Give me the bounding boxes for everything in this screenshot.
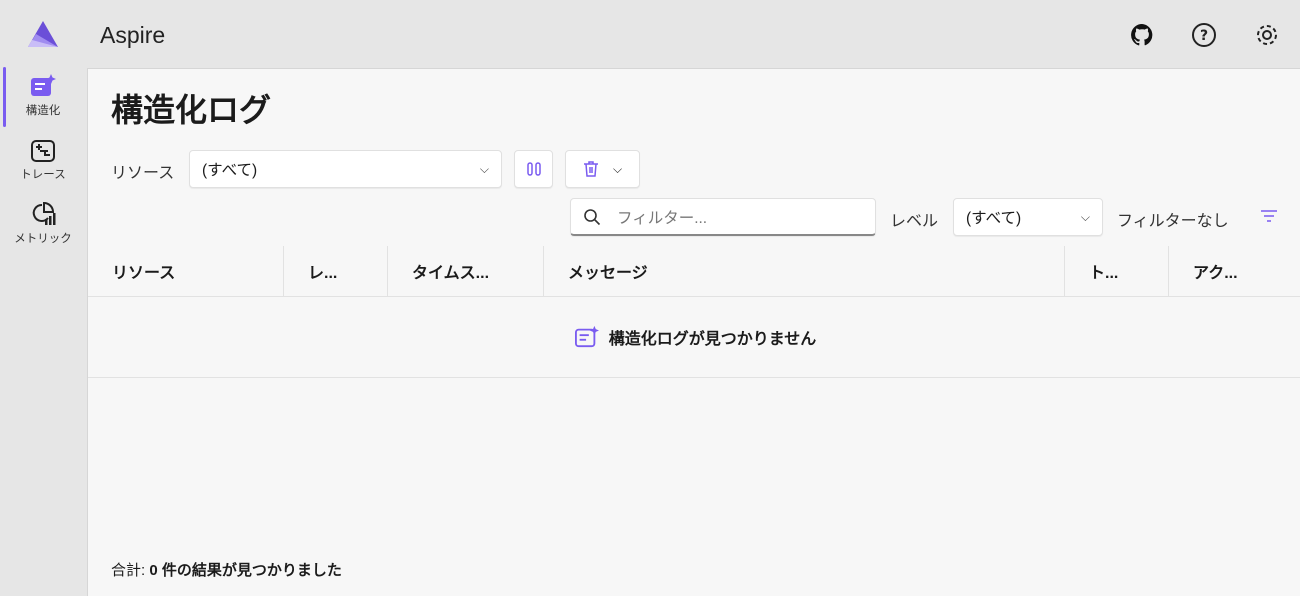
- sidebar-item-label: トレース: [20, 169, 66, 181]
- pause-icon: [526, 162, 541, 176]
- app-title: Aspire: [100, 22, 166, 48]
- results-summary: 合計: 0 件の結果が見つかりました: [111, 559, 342, 580]
- chevron-down-icon: ⌵: [479, 161, 489, 176]
- help-icon[interactable]: ?: [1191, 22, 1217, 48]
- sidebar-item-label: 構造化: [25, 105, 61, 117]
- column-header-message[interactable]: メッセージ: [544, 246, 1065, 296]
- filter-placeholder: フィルター...: [617, 209, 708, 227]
- column-header-actions[interactable]: アク...: [1169, 246, 1289, 296]
- column-header-resource[interactable]: リソース: [88, 246, 284, 296]
- metrics-icon: [32, 201, 56, 225]
- column-header-timestamp[interactable]: タイムス...: [388, 246, 544, 296]
- resource-select-value: (すべて): [202, 162, 258, 179]
- pause-button[interactable]: [514, 150, 553, 188]
- total-label: 合計:: [111, 562, 146, 579]
- chevron-down-icon: ⌵: [612, 161, 623, 176]
- resource-label: リソース: [111, 165, 175, 182]
- settings-icon[interactable]: [1254, 22, 1280, 48]
- svg-text:?: ?: [1200, 28, 1208, 44]
- search-icon: [584, 208, 601, 225]
- sidebar-item-structured[interactable]: 構造化: [0, 73, 86, 118]
- empty-message: 構造化ログが見つかりません: [608, 331, 817, 348]
- level-select-value: (すべて): [966, 210, 1022, 227]
- filter-input[interactable]: フィルター...: [570, 198, 876, 236]
- trash-icon: [583, 161, 598, 177]
- delete-menu-button[interactable]: ⌵: [565, 150, 640, 188]
- structured-logs-icon: [31, 74, 56, 96]
- resource-select[interactable]: (すべて) ⌵: [189, 150, 502, 188]
- empty-state: 構造化ログが見つかりません: [88, 296, 1300, 378]
- column-header-trace[interactable]: ト...: [1065, 246, 1169, 296]
- aspire-logo-icon[interactable]: [27, 20, 59, 53]
- level-select[interactable]: (すべて) ⌵: [953, 198, 1103, 236]
- sidebar-item-traces[interactable]: トレース: [0, 139, 86, 182]
- traces-icon: [31, 140, 55, 162]
- chevron-down-icon: ⌵: [1080, 209, 1090, 224]
- sidebar-item-label: メトリック: [14, 233, 72, 245]
- level-label: レベル: [890, 213, 939, 230]
- filter-icon[interactable]: [1260, 209, 1278, 228]
- total-count: 0 件の結果が見つかりました: [149, 562, 342, 579]
- main-panel: 構造化ログ リソース (すべて) ⌵ ⌵ フィルター... レベル (すべて) ⌵ …: [87, 68, 1300, 596]
- github-icon[interactable]: [1129, 22, 1155, 48]
- sidebar-item-metrics[interactable]: メトリック: [0, 201, 86, 246]
- page-title: 構造化ログ: [111, 92, 272, 128]
- structured-logs-icon: [574, 325, 599, 348]
- column-header-level[interactable]: レ...: [284, 246, 388, 296]
- filter-status: フィルターなし: [1117, 213, 1229, 230]
